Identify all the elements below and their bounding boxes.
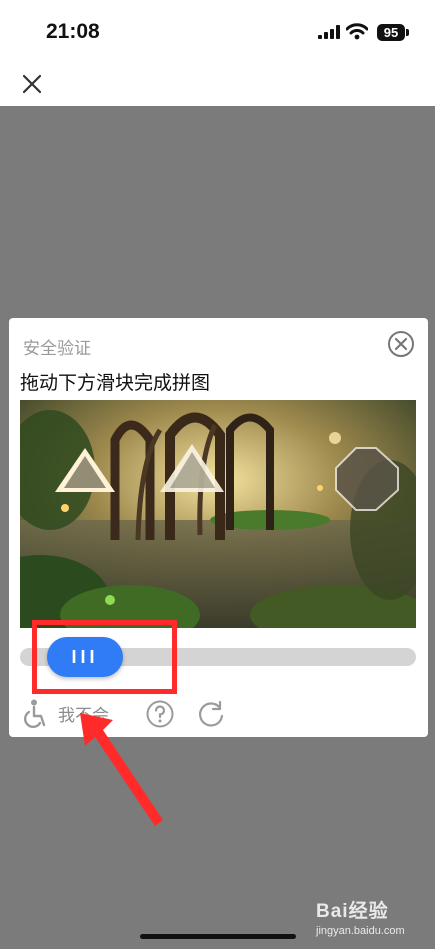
- cellular-signal-icon: [318, 25, 340, 39]
- wifi-icon: [346, 23, 368, 40]
- dialog-title: 安全验证: [23, 339, 91, 358]
- status-bar: 21:08 95: [0, 0, 435, 64]
- battery-tip: [406, 29, 409, 36]
- watermark-sub: jingyan.baidu.com: [316, 925, 405, 937]
- battery-level: 95: [383, 25, 399, 40]
- home-indicator[interactable]: [140, 934, 296, 939]
- refresh-icon[interactable]: [196, 699, 226, 729]
- captcha-dialog: 安全验证 拖动下方滑块完成拼图 III: [9, 318, 428, 737]
- annotation-highlight-box: [32, 620, 177, 694]
- watermark-main: Bai经验: [316, 901, 389, 922]
- battery-icon: 95: [377, 24, 405, 41]
- accessibility-icon[interactable]: [19, 698, 49, 730]
- captcha-instruction: 拖动下方滑块完成拼图: [20, 373, 211, 394]
- close-icon[interactable]: [18, 70, 46, 98]
- annotation-arrow-icon: [80, 713, 163, 826]
- status-time: 21:08: [46, 20, 100, 43]
- top-nav-bar: [0, 64, 435, 106]
- watermark: Bai经验 jingyan.baidu.com: [316, 896, 426, 937]
- circle-close-icon[interactable]: [387, 330, 415, 358]
- puzzle-image: [20, 400, 416, 628]
